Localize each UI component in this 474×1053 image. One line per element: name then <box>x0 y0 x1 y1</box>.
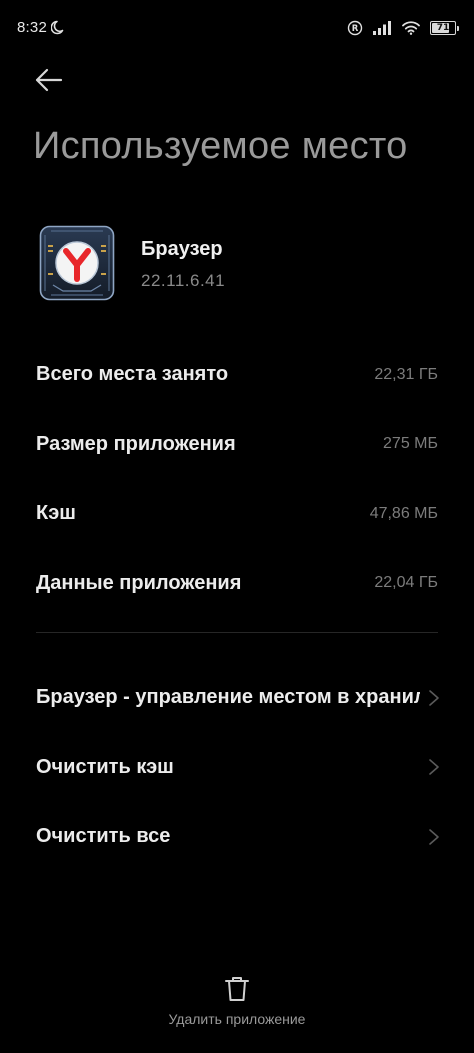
stat-label: Кэш <box>36 502 76 525</box>
storage-actions: Браузер - управление местом в хранилище … <box>36 663 440 872</box>
registered-icon: R <box>347 20 363 36</box>
signal-icon <box>373 21 391 35</box>
battery-level: 71 <box>436 23 450 33</box>
storage-stats: Всего места занято 22,31 ГБ Размер прило… <box>36 340 438 618</box>
battery-icon: 71 <box>430 21 459 35</box>
moon-icon <box>51 20 64 35</box>
stat-value: 22,04 ГБ <box>374 574 438 592</box>
action-label: Браузер - управление местом в хранилище <box>36 686 420 709</box>
app-name: Браузер <box>141 238 223 260</box>
stat-row-app-size: Размер приложения 275 МБ <box>36 410 438 480</box>
status-bar: 8:32 R 71 <box>0 0 474 56</box>
chevron-right-icon <box>429 828 439 845</box>
status-icons: R 71 <box>347 19 459 37</box>
uninstall-label: Удалить приложение <box>168 1011 306 1027</box>
wifi-icon <box>402 21 420 35</box>
arrow-left-icon <box>35 68 63 92</box>
page-title: Используемое место <box>33 125 408 167</box>
stat-value: 275 МБ <box>383 435 438 453</box>
stat-label: Размер приложения <box>36 432 236 455</box>
app-version: 22.11.6.41 <box>141 271 226 290</box>
stat-value: 22,31 ГБ <box>374 365 438 383</box>
chevron-right-icon <box>429 759 439 776</box>
action-label: Очистить все <box>36 825 171 848</box>
stat-row-app-data: Данные приложения 22,04 ГБ <box>36 549 438 619</box>
stat-row-total: Всего места занято 22,31 ГБ <box>36 340 438 410</box>
manage-storage-button[interactable]: Браузер - управление местом в хранилище <box>36 663 440 733</box>
status-time: 8:32 <box>17 19 47 36</box>
trash-icon <box>225 977 249 1001</box>
clear-cache-button[interactable]: Очистить кэш <box>36 733 440 803</box>
back-button[interactable] <box>28 62 68 98</box>
stat-label: Данные приложения <box>36 571 242 594</box>
uninstall-button[interactable]: Удалить приложение <box>0 975 474 1035</box>
yandex-browser-logo <box>39 225 115 301</box>
svg-text:R: R <box>352 24 359 34</box>
chevron-right-icon <box>429 689 439 706</box>
stat-label: Всего места занято <box>36 363 229 386</box>
clear-all-button[interactable]: Очистить все <box>36 802 440 872</box>
stat-row-cache: Кэш 47,86 МБ <box>36 479 438 549</box>
stat-value: 47,86 МБ <box>369 504 438 522</box>
action-label: Очистить кэш <box>36 755 174 778</box>
divider <box>36 632 438 633</box>
